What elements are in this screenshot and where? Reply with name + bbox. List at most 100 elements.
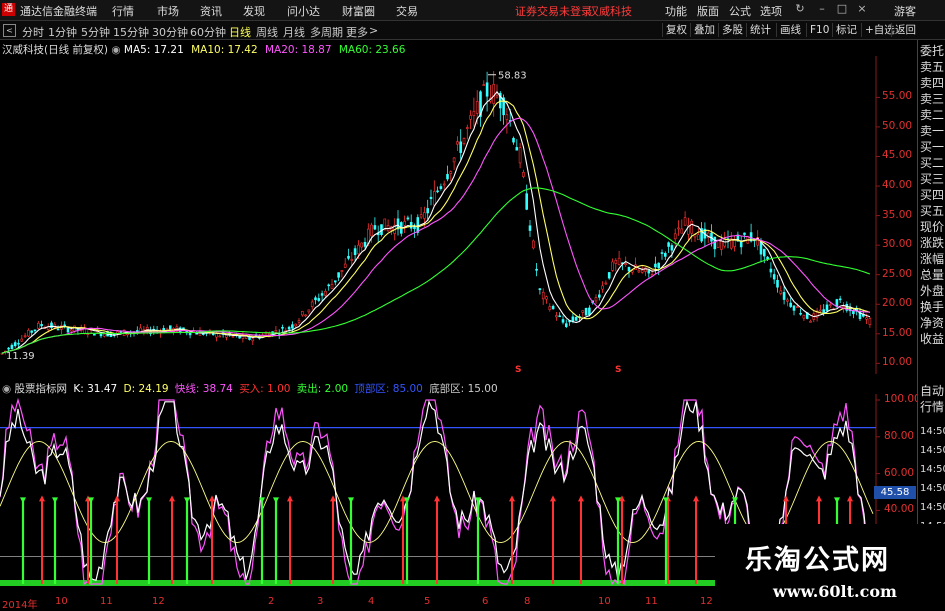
candle-body <box>337 272 340 278</box>
candle-body <box>802 315 806 319</box>
menu-item-wealth[interactable]: 财富圈 <box>342 3 375 19</box>
quote-field-label: 卖四 <box>920 76 945 90</box>
candle-body <box>512 137 515 143</box>
quote-field-label[interactable]: 自动 <box>920 384 945 399</box>
candle-body <box>459 141 463 153</box>
candle-body <box>274 330 278 333</box>
price-chart[interactable]: 58.83 11.39 S S <box>0 56 917 374</box>
period-tab-4[interactable]: 15分钟 <box>113 24 149 40</box>
candle-body <box>432 191 436 206</box>
candle-body <box>555 315 558 318</box>
minimize-icon[interactable]: – <box>816 3 828 15</box>
high-price-label: 58.83 <box>498 71 527 82</box>
toolbar-item-5[interactable]: 画线 <box>776 23 804 37</box>
period-tab-11[interactable]: 更多 <box>346 24 368 40</box>
candle-body <box>27 329 30 337</box>
guest-label[interactable]: 游客 <box>894 3 916 19</box>
more-chevron-icon[interactable]: > <box>369 24 378 37</box>
toolbar-item-1[interactable]: 复权 <box>662 23 690 37</box>
candle-body <box>419 214 423 218</box>
toolbar-item-9[interactable]: 返回 <box>891 23 919 37</box>
tick-time-label: 14:50 <box>920 445 945 456</box>
period-tab-1[interactable]: 分时 <box>22 24 44 40</box>
event-marker-icon: S <box>515 365 521 374</box>
toolbar-item-2[interactable]: 叠加 <box>690 23 718 37</box>
candle-body <box>347 255 350 259</box>
menu-item-trade[interactable]: 交易 <box>396 3 418 19</box>
close-icon[interactable]: × <box>856 3 868 15</box>
candle-body <box>469 115 472 120</box>
indicator-tick-label: 40.00 <box>884 503 915 516</box>
sell-arrow-icon <box>732 497 738 504</box>
candle-body <box>657 262 661 269</box>
candle-body <box>505 114 509 120</box>
toolbar-item-4[interactable]: 统计 <box>746 23 774 37</box>
candle-body <box>446 173 449 180</box>
menu-item-news[interactable]: 资讯 <box>200 3 222 19</box>
candle-body <box>677 227 680 230</box>
period-tab-3[interactable]: 5分钟 <box>81 24 110 40</box>
menu-item-function[interactable]: 功能 <box>665 3 687 19</box>
quote-field-label[interactable]: 行情 <box>920 400 945 415</box>
sell-arrow-icon <box>20 497 26 504</box>
menu-item-formula[interactable]: 公式 <box>729 3 751 19</box>
menu-item-market[interactable]: 市场 <box>157 3 179 19</box>
period-tab-6[interactable]: 60分钟 <box>190 24 226 40</box>
candle-body <box>231 335 235 338</box>
candle-body <box>545 296 548 300</box>
toolbar-item-6[interactable]: F10 <box>806 23 832 37</box>
candle-body <box>601 285 604 290</box>
trade-login-link[interactable]: 证券交易未登录 <box>515 3 592 19</box>
menu-item-layout[interactable]: 版面 <box>697 3 719 19</box>
menu-bar: 通 通达信金融终端 行情 市场 资讯 发现 问小达 财富圈 交易 证券交易未登录… <box>0 0 945 21</box>
candle-body <box>614 259 618 264</box>
quote-field-label: 卖五 <box>920 60 945 74</box>
candle-body <box>789 302 793 307</box>
date-tick-label: 12 <box>152 596 165 607</box>
candle-body <box>819 309 822 312</box>
quote-field-label: 买五 <box>920 204 945 218</box>
buy-arrow-icon <box>330 495 336 502</box>
candle-body <box>33 329 37 332</box>
quote-field-label: 买二 <box>920 156 945 170</box>
refresh-icon[interactable]: ↻ <box>794 3 806 15</box>
quote-field-label: 卖二 <box>920 108 945 122</box>
menu-item-ask[interactable]: 问小达 <box>287 3 320 19</box>
candle-body <box>23 335 27 338</box>
candle-body <box>7 347 10 350</box>
candle-body <box>287 326 291 330</box>
settings-icon[interactable]: ◉ <box>111 44 120 56</box>
candle-body <box>426 208 430 214</box>
watermark-url: www.60lt.com <box>773 582 897 601</box>
quote-field-label: 外盘 <box>920 284 945 298</box>
candle-body <box>663 252 667 257</box>
period-tab-7[interactable]: 日线 <box>229 24 251 40</box>
stock-name-link[interactable]: 汉威科技 <box>588 3 632 19</box>
menu-item-discover[interactable]: 发现 <box>243 3 265 19</box>
candle-body <box>571 316 575 322</box>
period-tab-8[interactable]: 周线 <box>256 24 278 40</box>
period-tab-5[interactable]: 30分钟 <box>152 24 188 40</box>
toolbar-item-7[interactable]: 标记 <box>832 23 860 37</box>
toolbar-item-3[interactable]: 多股 <box>718 23 746 37</box>
candle-body <box>868 318 872 325</box>
ma20-line <box>1 117 870 354</box>
candle-body <box>611 261 614 271</box>
sell-arrow-icon <box>834 497 840 504</box>
candle-body <box>518 147 522 164</box>
back-icon[interactable]: < <box>3 24 16 37</box>
candle-body <box>50 322 53 329</box>
candle-body <box>340 269 344 272</box>
period-tab-9[interactable]: 月线 <box>283 24 305 40</box>
maximize-icon[interactable]: □ <box>836 3 848 15</box>
price-tick-label: 15.00 <box>882 326 913 339</box>
period-tab-2[interactable]: 1分钟 <box>48 24 77 40</box>
candle-body <box>743 232 746 235</box>
k-value-badge: 45.58 <box>874 486 916 499</box>
menu-item-quotes[interactable]: 行情 <box>112 3 134 19</box>
date-tick-label: 6 <box>482 596 489 607</box>
menu-item-options[interactable]: 选项 <box>760 3 782 19</box>
candle-body <box>792 305 796 311</box>
candle-body <box>363 241 367 247</box>
period-tab-10[interactable]: 多周期 <box>310 24 343 40</box>
